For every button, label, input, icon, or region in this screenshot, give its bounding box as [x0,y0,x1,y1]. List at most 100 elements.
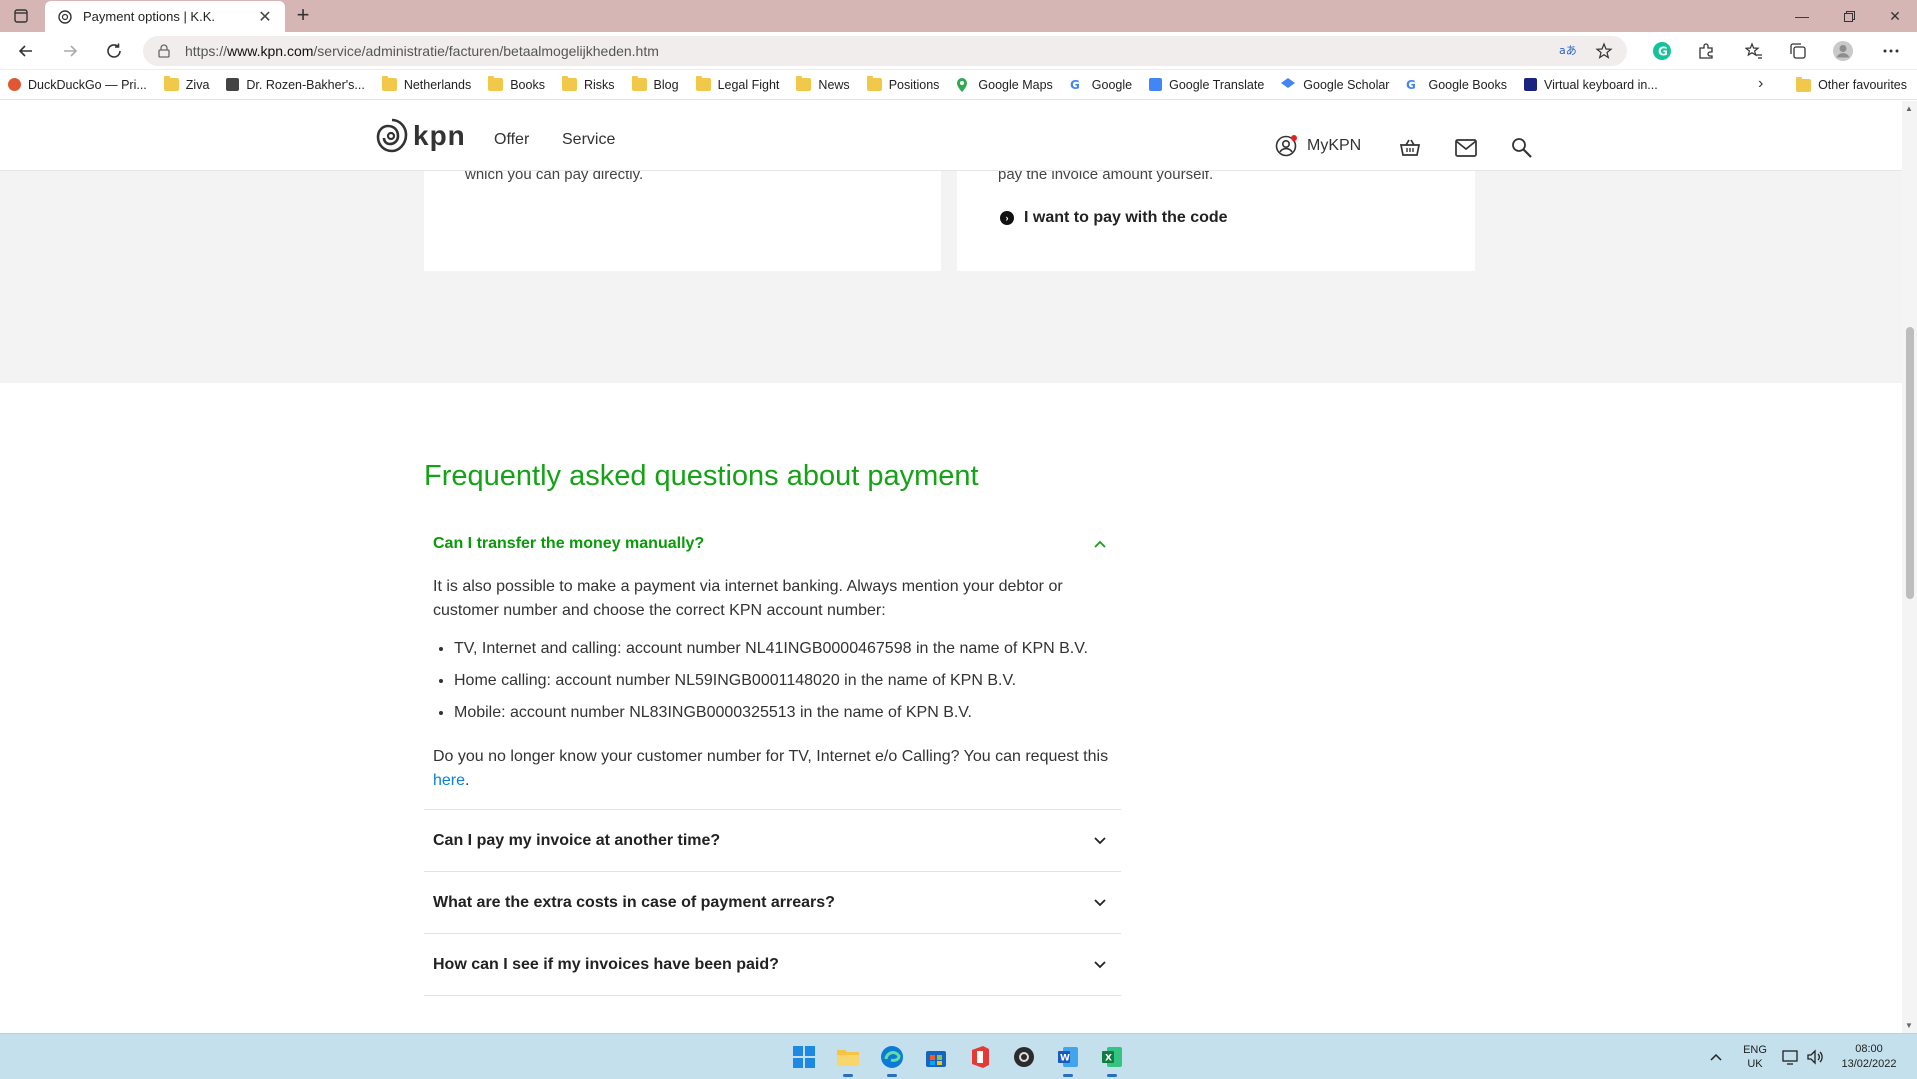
excel-icon[interactable]: X [1098,1043,1126,1077]
settings-more-icon[interactable] [1877,37,1905,65]
word-icon[interactable]: W [1054,1043,1082,1077]
folder-icon [381,76,397,91]
favorite-blog[interactable]: Blog [631,76,679,92]
obs-studio-icon[interactable] [1010,1043,1038,1071]
faq-title: Frequently asked questions about payment [424,460,979,492]
windows-start-icon[interactable] [790,1043,818,1071]
restore-button[interactable] [1827,0,1871,32]
user-account-icon [1275,135,1297,157]
svg-text:aあ: aあ [1559,44,1577,57]
page-viewport: which you can pay directly. pay the invo… [0,101,1902,1033]
favorite-books[interactable]: Books [488,76,545,92]
svg-text:G: G [1658,45,1668,59]
browser-tab-bar: Payment options | K.K. ✕ + — ✕ [0,0,1917,32]
faq-question-transfer-manually[interactable]: Can I transfer the money manually? [424,519,1121,569]
nav-offer[interactable]: Offer [494,131,529,149]
favorite-google-books[interactable]: G Google Books [1406,78,1507,93]
favorite-google-maps[interactable]: Google Maps [956,78,1053,92]
chevron-down-icon [1093,896,1107,910]
favorite-rozen-bakher[interactable]: Dr. Rozen-Bakher's... [226,78,365,92]
collections-icon[interactable] [1784,37,1812,65]
favorite-virtual-keyboard[interactable]: Virtual keyboard in... [1524,78,1658,92]
forward-button[interactable] [56,37,84,65]
browser-tab-active[interactable]: Payment options | K.K. ✕ [45,1,285,32]
faq-question-pay-later[interactable]: Can I pay my invoice at another time? [424,810,1121,872]
faq-question-invoices-paid[interactable]: How can I see if my invoices have been p… [424,934,1121,996]
edge-browser-icon[interactable] [878,1043,906,1077]
tab-title: Payment options | K.K. [83,9,215,24]
favorite-google-scholar[interactable]: Google Scholar [1281,78,1389,92]
favorite-ziva[interactable]: Ziva [163,76,209,92]
translate-icon[interactable]: aあ [1559,42,1577,63]
url-path: /service/administratie/facturen/betaalmo… [313,43,659,59]
microsoft-store-icon[interactable] [922,1043,950,1071]
add-favorite-icon[interactable] [1595,42,1613,63]
show-hidden-icons-chevron-icon[interactable] [1710,1034,1722,1079]
scroll-thumb[interactable] [1906,327,1914,599]
extensions-icon[interactable] [1692,37,1720,65]
network-icon[interactable] [1782,1034,1800,1079]
list-item: TV, Internet and calling: account number… [454,637,1112,661]
favorite-news[interactable]: News [796,76,850,92]
keyboard-icon [1524,78,1537,91]
favorite-risks[interactable]: Risks [561,76,615,92]
google-icon: G [1406,78,1421,92]
back-button[interactable] [12,37,40,65]
list-item: Home calling: account number NL59INGB000… [454,669,1112,693]
mail-icon[interactable] [1454,136,1478,160]
faq-accordion: Can I transfer the money manually? It is… [424,519,1121,996]
kpn-logo[interactable]: kpn [373,116,466,156]
scroll-down-arrow-icon[interactable]: ▼ [1905,1021,1913,1030]
language-indicator[interactable]: ENG UK [1740,1034,1770,1079]
answer-intro: It is also possible to make a payment vi… [433,578,1063,619]
folder-icon [866,76,882,91]
tab-close-icon[interactable]: ✕ [257,7,273,27]
folder-icon [488,76,504,91]
nav-service[interactable]: Service [562,131,615,149]
basket-icon[interactable] [1398,136,1422,160]
folder-icon [796,76,812,91]
folder-icon [1796,76,1812,92]
site-header: kpn Offer Service MyKPN [0,101,1902,171]
favorite-duckduckgo[interactable]: DuckDuckGo — Pri... [8,78,147,92]
mykpn-link[interactable]: MyKPN [1275,134,1361,158]
other-favourites[interactable]: Other favourites [1796,70,1907,100]
kpn-logo-icon [376,118,408,153]
cube-icon [226,78,240,91]
folder-icon [631,76,647,91]
chevron-down-icon [1093,834,1107,848]
favorite-google[interactable]: G Google [1070,78,1132,93]
map-pin-icon [956,78,971,92]
refresh-button[interactable] [100,37,128,65]
windows-taskbar: W X ENG UK 08:00 13/02/2022 [0,1033,1917,1079]
favorite-legal-fight[interactable]: Legal Fight [695,76,779,92]
google-translate-icon [1149,78,1163,91]
faq-answer: It is also possible to make a payment vi… [424,569,1121,810]
file-explorer-icon[interactable] [834,1043,862,1077]
favorites-bar: DuckDuckGo — Pri... Ziva Dr. Rozen-Bakhe… [0,70,1917,100]
folder-icon [561,76,577,91]
page-scrollbar[interactable]: ▲ ▼ [1902,101,1917,1033]
request-customer-number-link[interactable]: here [433,772,465,789]
address-bar[interactable]: https://www.kpn.com/service/administrati… [143,36,1627,66]
new-tab-button[interactable]: + [290,4,316,28]
favorite-positions[interactable]: Positions [866,76,939,92]
scroll-up-arrow-icon[interactable]: ▲ [1905,104,1913,113]
volume-icon[interactable] [1806,1034,1824,1079]
favorites-icon[interactable] [1740,37,1768,65]
chevron-up-icon [1093,537,1107,551]
office-icon[interactable] [966,1043,994,1071]
profile-avatar-icon[interactable] [1829,37,1857,65]
grammarly-icon[interactable]: G [1648,37,1676,65]
favorite-netherlands[interactable]: Netherlands [381,76,471,92]
close-window-button[interactable]: ✕ [1873,0,1917,32]
pay-with-code-link[interactable]: › I want to pay with the code [1000,209,1228,227]
minimize-button[interactable]: — [1780,0,1824,32]
more-favorites-chevron-icon[interactable]: › [1758,75,1763,93]
favorite-google-translate[interactable]: Google Translate [1149,78,1264,92]
system-clock[interactable]: 08:00 13/02/2022 [1838,1034,1900,1079]
faq-question-extra-costs[interactable]: What are the extra costs in case of paym… [424,872,1121,934]
tab-actions-icon[interactable] [10,6,32,26]
account-list: TV, Internet and calling: account number… [454,637,1112,725]
search-icon[interactable] [1510,136,1534,160]
